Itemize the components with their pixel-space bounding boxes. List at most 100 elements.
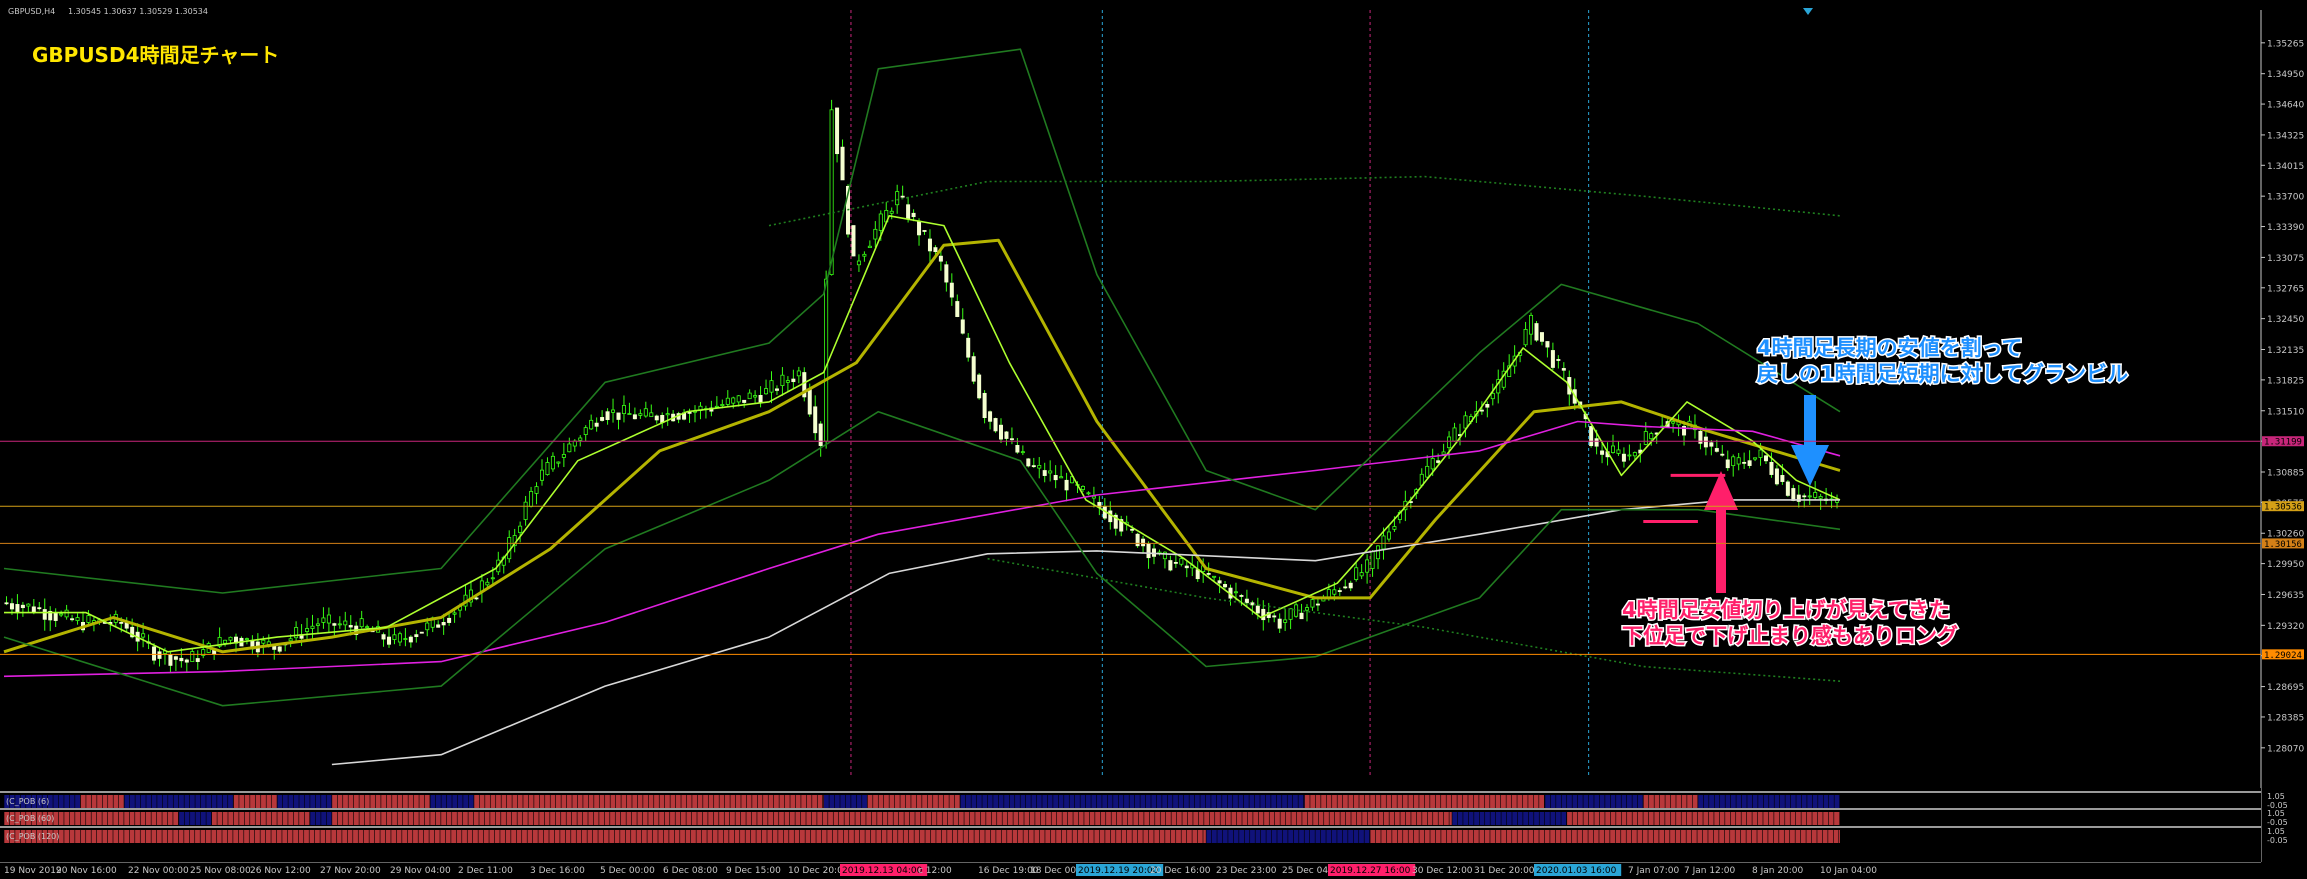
- x-tick-label-12: 10 Dec 20:00: [788, 866, 849, 876]
- candle-body-down: [605, 411, 610, 421]
- candle: [1539, 332, 1544, 346]
- x-tick-label-7: 2 Dec 11:00: [458, 866, 513, 876]
- candle: [1004, 431, 1009, 446]
- candle: [294, 621, 299, 643]
- candle: [81, 611, 86, 633]
- candle-body-up: [829, 109, 834, 275]
- candle-body-down: [1299, 612, 1304, 620]
- candle-body-up: [1288, 608, 1293, 620]
- candle-body-up: [223, 639, 228, 644]
- price-chart[interactable]: GBPUSD,H4 1.30545 1.30637 1.30529 1.3053…: [0, 0, 2307, 879]
- indicator-overlays: [3, 10, 1841, 778]
- candle-body-down: [938, 255, 943, 262]
- candle: [1550, 342, 1555, 370]
- candle-body-down: [616, 412, 621, 420]
- candle-body-up: [611, 409, 616, 413]
- candle-body-up: [856, 260, 861, 266]
- candle: [359, 610, 364, 629]
- pob-label-1: (C_POB (60): [6, 814, 54, 823]
- candle: [15, 594, 20, 620]
- candle-body-up: [1310, 599, 1315, 608]
- candle-body-up: [556, 461, 561, 464]
- candle-body-up: [1818, 496, 1823, 499]
- candle-body-up: [305, 628, 310, 632]
- x-tick-label-27: 8 Jan 20:00: [1752, 866, 1804, 876]
- candle-body-up: [1381, 535, 1386, 550]
- series-line-2: [3, 420, 1841, 678]
- candle-body-up: [1425, 465, 1430, 478]
- candle: [1747, 450, 1752, 469]
- candle-body-down: [1272, 615, 1277, 618]
- candle-body-down: [1539, 332, 1544, 342]
- candle-body-up: [578, 437, 583, 441]
- candle-body-down: [474, 597, 479, 600]
- candle: [829, 99, 834, 276]
- x-tick-label-19: 23 Dec 23:00: [1216, 866, 1277, 876]
- candle-body-up: [485, 581, 490, 586]
- candle: [999, 418, 1004, 443]
- candle-body-down: [1550, 350, 1555, 368]
- candle-body-down: [813, 406, 818, 434]
- x-tick-label-1: 20 Nov 16:00: [56, 866, 117, 876]
- candle-body-up: [190, 651, 195, 662]
- candle-body-down: [960, 319, 965, 334]
- candle: [1365, 554, 1370, 584]
- candle-body-up: [1758, 449, 1763, 458]
- candle: [414, 629, 419, 643]
- x-tick-label-26: 7 Jan 12:00: [1684, 866, 1736, 876]
- y-tick-label-8: 1.32765: [2267, 284, 2304, 294]
- candle-body-up: [228, 636, 233, 641]
- candle-body-down: [917, 221, 922, 236]
- y-tick-label-7: 1.33075: [2267, 254, 2304, 264]
- candle: [835, 107, 840, 163]
- candle-body-down: [1195, 569, 1200, 580]
- candle-body-down: [1485, 403, 1490, 408]
- candle-body-up: [1332, 589, 1337, 595]
- candle-body-down: [807, 389, 812, 415]
- candle: [1370, 550, 1375, 577]
- pob-segment: [1304, 795, 1545, 808]
- x-tick-label-17: 2019.12.19 20:00: [1078, 866, 1159, 876]
- candle: [977, 373, 982, 400]
- pink-up-arrow: [1704, 471, 1738, 593]
- candle: [272, 644, 277, 660]
- candle: [1283, 608, 1288, 632]
- y-tick-label-19: 1.29320: [2267, 622, 2304, 632]
- candle: [1490, 383, 1495, 406]
- candle-body-up: [889, 210, 894, 214]
- candle-body-down: [791, 378, 796, 383]
- candle: [780, 367, 785, 396]
- candle-body-up: [1365, 559, 1370, 573]
- candle-body-down: [1556, 359, 1561, 361]
- candle: [173, 655, 178, 672]
- candle-body-down: [1436, 460, 1441, 463]
- candle-body-down: [632, 414, 637, 420]
- candle: [818, 421, 823, 457]
- candle: [332, 622, 337, 637]
- candle: [796, 366, 801, 384]
- candle-body-up: [64, 609, 69, 618]
- candle-body-up: [1037, 465, 1042, 469]
- candle-body-down: [1725, 459, 1730, 469]
- candle: [583, 425, 588, 442]
- candle-body-up: [824, 278, 829, 442]
- candle-body-up: [343, 620, 348, 626]
- candle: [1556, 355, 1561, 369]
- candle: [1053, 465, 1058, 489]
- candle-body-up: [572, 440, 577, 447]
- candle: [529, 486, 534, 508]
- chart-title: GBPUSD4時間足チャート: [32, 43, 279, 67]
- level-label-1: 1.30536: [2264, 503, 2302, 513]
- y-tick-label-21: 1.28695: [2267, 683, 2304, 693]
- candle: [1616, 441, 1621, 456]
- candle: [479, 573, 484, 603]
- candle: [889, 207, 894, 220]
- candle: [315, 618, 320, 634]
- candle-body-up: [550, 455, 555, 470]
- candle-body-down: [1561, 368, 1566, 371]
- candle-body-up: [337, 623, 342, 626]
- candle: [703, 405, 708, 419]
- candle-body-up: [627, 413, 632, 415]
- candle-body-down: [955, 301, 960, 317]
- candle-body-down: [944, 264, 949, 283]
